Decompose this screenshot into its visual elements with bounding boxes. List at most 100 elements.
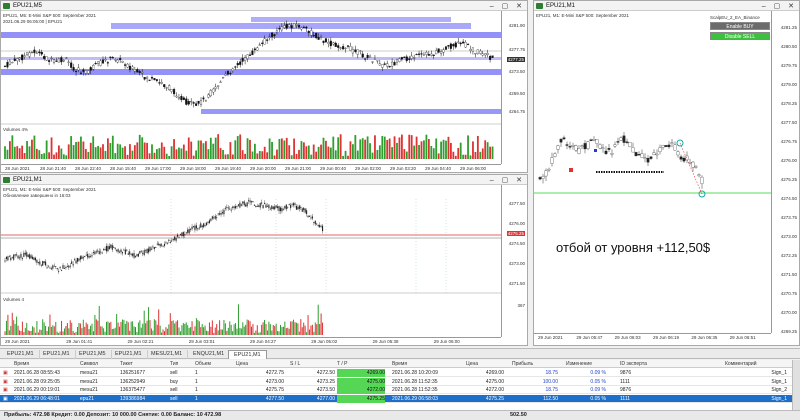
tab-epu21-m1[interactable]: EPU21,M1 [2,350,40,359]
volume-bar [246,138,249,159]
candle [312,35,315,37]
volume-bar [398,137,401,159]
price-chart[interactable]: EPU21, M5: E-Mini S&P 500: September 202… [1,11,527,172]
candle [75,260,77,264]
table-row[interactable]: 2021.06.28 09:25:05 mesu21 136252949 buy 1 42… [0,377,800,386]
table-header[interactable]: Время Символ Тикет Тип Объем Цена S / L T / P Вр… [0,360,800,368]
volume-bar [31,139,33,159]
candle [106,62,109,64]
chart-window-epu21-m1-left[interactable]: EPU21,M1 – ▢ ✕ EPU21, M1: E-Mini S&P 500… [0,174,528,346]
time-tick: 28 Jun 21:40 [40,166,67,171]
candle [229,72,232,75]
candle [62,60,65,62]
volume-bar [151,144,153,159]
candle [273,34,276,37]
volume-bar [27,330,29,335]
volume-bar [34,332,36,335]
price-tick: 4276.00 [508,221,525,226]
volume-bar [227,154,229,159]
volume-bar [290,155,293,159]
table-row[interactable]: 2021.06.28 08:55:43 mesu21 136251677 sell 1 4… [0,369,800,377]
candle [120,249,122,253]
candle [34,257,36,261]
volume-bar [60,148,63,159]
volume-bar [92,331,94,335]
chart-window-epu21-m5[interactable]: EPU21,M5 – ▢ ✕ EPU21, M5: E-Mini S&P 500… [0,0,528,173]
table-row[interactable]: 2021.06.29 00:19:01 mesu21 136375477 sell 1 4… [0,386,800,394]
candle [688,162,692,164]
candle [610,153,614,155]
candle [6,62,9,68]
level-band [1,32,501,38]
price-axis: 4281.90 4277.75 4273.50 4269.50 4264.75 … [501,11,527,164]
candle [195,225,197,229]
price-chart[interactable]: EPU21, M1: E-Mini S&P 500: September 202… [534,11,799,345]
time-tick: 29 Jun 05:38 [372,339,399,344]
volume-bar [143,310,145,335]
volume-bar [58,332,60,335]
candle [146,76,149,79]
candle [212,88,215,93]
tab-epu21-m1-active[interactable]: EPU21,M1 [228,350,267,359]
volume-bar [160,142,163,159]
candle [8,256,10,258]
volume-bar [479,151,482,159]
price-tick: 4279.75 [780,63,797,68]
candle [109,56,112,58]
enable-buy-button[interactable]: Enable BUY [710,22,770,30]
candle [229,208,231,210]
candle [308,216,311,217]
candle [24,252,26,255]
tab-epu21-m1[interactable]: EPU21,M1 [38,350,76,359]
volume-bar [74,332,76,335]
tab-mesu21-m1[interactable]: MESU21,M1 [146,350,189,359]
window-title-bar[interactable]: EPU21,M5 – ▢ ✕ [1,1,527,11]
candle [76,257,79,262]
table-cell: 2021.06.28 11:52:35 [392,387,438,393]
price-tick: 4273.00 [508,261,525,266]
volume-bar [239,327,241,335]
tab-enqu21-m1[interactable]: ENQU21,M1 [188,350,231,359]
candle [8,60,11,65]
disable-sell-button[interactable]: Disable SELL [710,32,770,40]
volume-bar [21,145,24,159]
candle [60,57,63,63]
candle [75,70,78,73]
volume-bar [17,325,19,335]
volume-bar [166,328,168,335]
table-cell: 2021.06.28 08:55:43 [14,370,60,376]
candle [185,232,187,234]
volume-bar [200,140,202,159]
volume-bar [150,328,152,335]
candle [37,262,39,264]
candle [417,53,421,55]
volume-bar [249,139,251,159]
tab-epu21-m5[interactable]: EPU21,M5 [74,350,112,359]
window-title-bar[interactable]: EPU21,M1 – ▢ ✕ [1,175,527,185]
candle [378,63,381,66]
volume-bar [119,326,121,335]
time-tick: 29 Jun 03:01 [188,339,215,344]
price-tick: 4281.90 [508,23,525,28]
sell-signal [569,168,573,172]
candle [69,265,71,267]
volume-bar [181,325,183,335]
candle [25,52,29,55]
candle [43,261,45,264]
price-tick: 4281.25 [780,25,797,30]
candle [152,246,154,248]
table-row[interactable]: 2021.06.29 06:48:01 epu21 139386984 sell 1 42… [0,394,800,403]
candle [155,79,158,81]
chart-window-epu21-m1-right[interactable]: EPU21,M1 – ▢ ✕ EPU21, M1: E-Mini S&P 500… [533,0,800,346]
candle [346,45,350,47]
volume-bar [280,138,283,159]
window-title-bar[interactable]: EPU21,M1 – ▢ ✕ [534,1,799,11]
price-tick: 4264.75 [508,109,525,114]
price-chart[interactable]: EPU21, M1: E-Mini S&P 500: September 202… [1,185,527,345]
volume-bar [285,328,287,335]
volume-bar [179,331,181,335]
candle [373,58,376,60]
candle [28,52,31,57]
tab-epu21-m1[interactable]: EPU21,M1 [110,350,148,359]
volume-bar [152,330,154,335]
